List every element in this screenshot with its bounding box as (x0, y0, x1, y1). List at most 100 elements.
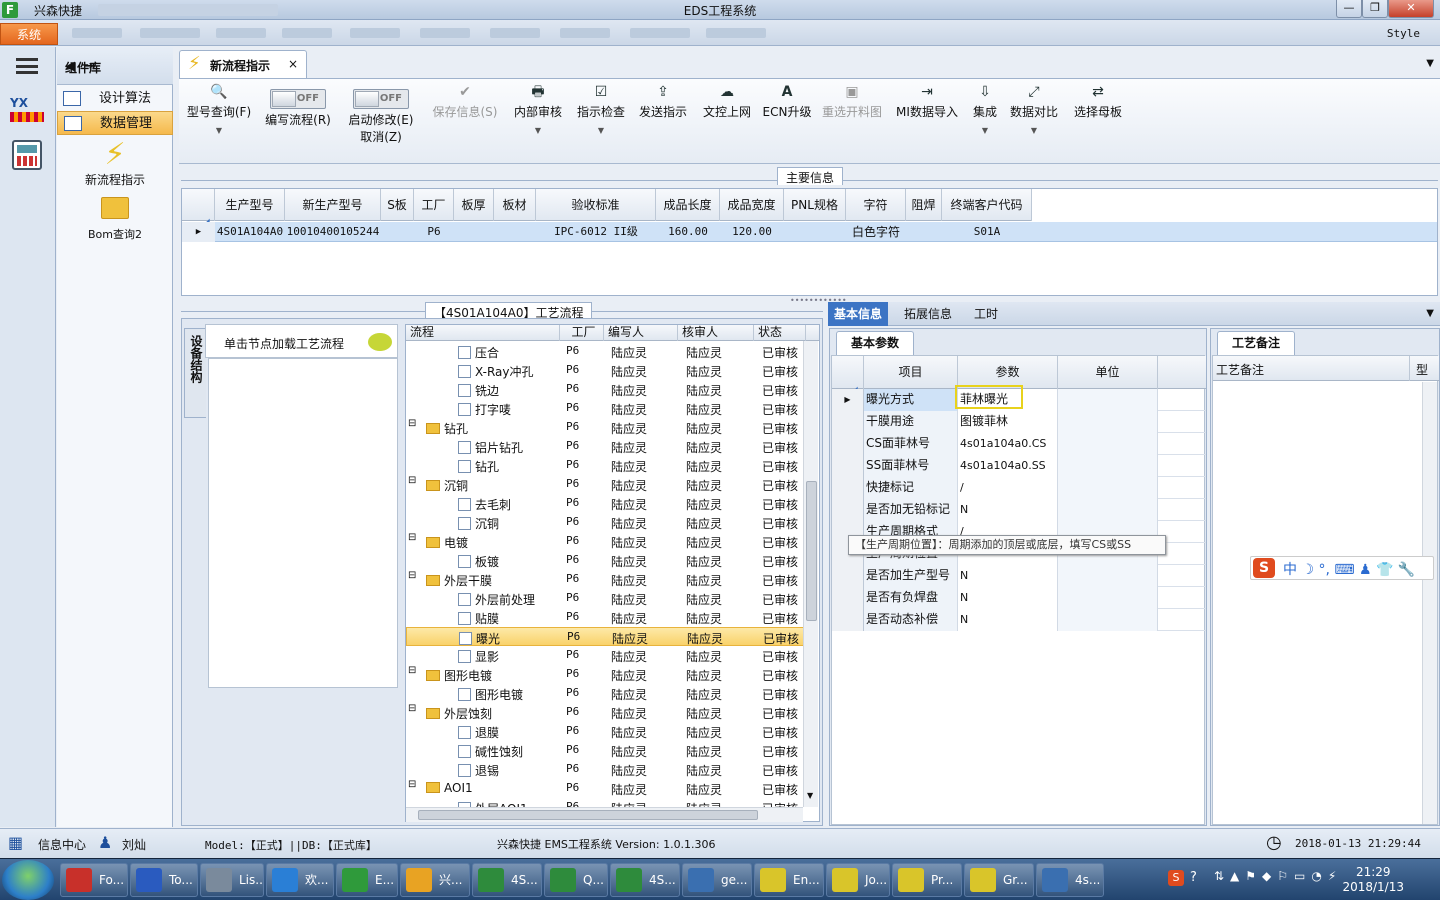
tree-row[interactable]: ⊟ 钻孔 P6 陆应灵 陆应灵 已审核 (406, 418, 806, 437)
column-header[interactable]: 工艺备注 (1216, 361, 1264, 378)
cell[interactable]: 4S01A104A0 (215, 222, 285, 242)
send-instruction-button[interactable]: ⇪ 发送指示 (635, 79, 691, 165)
blurred-menu[interactable] (630, 28, 690, 38)
param-row[interactable]: CS面菲林号 4s01a104a0.CS (832, 433, 1206, 455)
blurred-menu[interactable] (140, 28, 200, 38)
table-row[interactable]: ▶ 4S01A104A0 10010400105244 P6 IPC-6012 … (182, 222, 1437, 242)
start-button[interactable] (2, 860, 54, 900)
mi-data-import-button[interactable]: ⇥ MI数据导入 (891, 79, 963, 165)
taskbar-item[interactable]: 4S... (472, 863, 542, 897)
tab-dropdown-icon[interactable]: ▼ (1426, 308, 1434, 319)
tree-row[interactable]: ⊟ AOI1 P6 陆应灵 陆应灵 已审核 (406, 779, 806, 798)
expand-toggle-icon[interactable]: ⊟ (408, 570, 416, 581)
scrollbar-thumb[interactable] (806, 481, 817, 621)
taskbar-item[interactable]: Gr... (964, 863, 1034, 897)
tab-work-hours[interactable]: 工时 (968, 302, 1004, 326)
param-value-input[interactable]: 图镀菲林 (958, 411, 1058, 433)
toggle-switch[interactable]: OFF (353, 89, 409, 109)
dropdown-arrow-icon[interactable]: ▼ (183, 126, 255, 135)
param-value-input[interactable]: / (958, 477, 1058, 499)
expand-toggle-icon[interactable]: ⊟ (408, 779, 416, 790)
column-header[interactable]: 单位 (1058, 356, 1158, 389)
taskbar-item[interactable]: 兴... (400, 863, 470, 897)
tree-row[interactable]: 沉铜 P6 陆应灵 陆应灵 已审核 (406, 513, 806, 532)
integrate-button[interactable]: ⇩ 集成 ▼ (967, 79, 1003, 165)
tree-row[interactable]: ⊟ 图形电镀 P6 陆应灵 陆应灵 已审核 (406, 665, 806, 684)
taskbar-item[interactable]: 欢... (266, 863, 334, 897)
tab-close-icon[interactable]: × (288, 57, 298, 71)
param-row[interactable]: SS面菲林号 4s01a104a0.SS (832, 455, 1206, 477)
collapse-arrows-icon[interactable]: ◀ ⇥ (65, 59, 169, 74)
cell[interactable]: 白色字符 (846, 222, 906, 242)
minimize-button[interactable]: — (1336, 0, 1362, 18)
column-header[interactable]: 板材 (494, 189, 536, 221)
column-header[interactable]: S板 (381, 189, 414, 221)
tree-row[interactable]: 外层前处理 P6 陆应灵 陆应灵 已审核 (406, 589, 806, 608)
cell[interactable] (454, 222, 494, 242)
column-header[interactable]: 流程 (406, 325, 560, 341)
param-row[interactable]: 是否加无铅标记 N (832, 499, 1206, 521)
taskbar-item[interactable]: Lis... (200, 863, 264, 897)
cell[interactable] (494, 222, 536, 242)
cell[interactable]: 160.00 (656, 222, 720, 242)
cell[interactable] (784, 222, 846, 242)
splitter-handle[interactable]: •••••••••••• (790, 296, 847, 305)
calculator-module-icon[interactable] (12, 140, 42, 170)
yx-module-icon[interactable]: YX (10, 96, 44, 128)
column-header[interactable]: 板厚 (454, 189, 494, 221)
param-value-input[interactable]: 4s01a104a0.SS (958, 455, 1058, 477)
taskbar-item[interactable]: Pr... (892, 863, 962, 897)
tree-row[interactable]: 贴膜 P6 陆应灵 陆应灵 已审核 (406, 608, 806, 627)
write-flow-toggle[interactable]: OFF 编写流程(R) (259, 79, 337, 165)
tab-equipment-structure[interactable]: 设备结构 (184, 328, 206, 418)
cell[interactable]: S01A (942, 222, 1032, 242)
ecn-upgrade-button[interactable]: A ECN升级 (761, 79, 813, 165)
tab-basic-info[interactable]: 基本信息 (828, 302, 889, 326)
blurred-menu[interactable] (216, 28, 266, 38)
blurred-menu[interactable] (560, 28, 610, 38)
tree-row[interactable]: 去毛刺 P6 陆应灵 陆应灵 已审核 (406, 494, 806, 513)
taskbar-item[interactable]: ge... (682, 863, 752, 897)
column-header[interactable]: 验收标准 (536, 189, 656, 221)
blurred-menu[interactable] (282, 28, 332, 38)
param-unit[interactable] (1058, 477, 1158, 499)
tree-row[interactable]: 曝光 P6 陆应灵 陆应灵 已审核 (406, 627, 806, 646)
blurred-menu[interactable] (490, 28, 540, 38)
column-header[interactable]: PNL规格 (784, 189, 846, 221)
cell[interactable]: IPC-6012 II级 (536, 222, 656, 242)
expand-toggle-icon[interactable]: ⊟ (408, 532, 416, 543)
param-unit[interactable] (1058, 565, 1158, 587)
taskbar-item[interactable]: Q... (544, 863, 608, 897)
column-header[interactable]: 工厂 (560, 325, 604, 341)
hamburger-menu-icon[interactable] (16, 58, 38, 74)
expand-toggle-icon[interactable]: ⊟ (408, 703, 416, 714)
tree-row[interactable]: ⊟ 电镀 P6 陆应灵 陆应灵 已审核 (406, 532, 806, 551)
tree-row[interactable]: ⊟ 沉铜 P6 陆应灵 陆应灵 已审核 (406, 475, 806, 494)
taskbar-item[interactable]: Fo... (60, 863, 128, 897)
param-unit[interactable] (1058, 455, 1158, 477)
tree-row[interactable]: ⊟ 外层干膜 P6 陆应灵 陆应灵 已审核 (406, 570, 806, 589)
blurred-menu[interactable] (420, 28, 470, 38)
tree-row[interactable]: 退锡 P6 陆应灵 陆应灵 已审核 (406, 760, 806, 779)
tree-row[interactable]: X-Ray冲孔 P6 陆应灵 陆应灵 已审核 (406, 361, 806, 380)
column-header[interactable]: 工厂 (414, 189, 454, 221)
info-center-link[interactable]: 信息中心 (38, 836, 86, 853)
dropdown-arrow-icon[interactable]: ▼ (509, 126, 567, 135)
taskbar-item[interactable]: En... (754, 863, 824, 897)
nav-item-design-algorithm[interactable]: 设计算法 (57, 87, 173, 111)
param-unit[interactable] (1058, 411, 1158, 433)
nav-item-data-management[interactable]: 数据管理 (57, 111, 173, 135)
param-unit[interactable] (1058, 609, 1158, 631)
dropdown-arrow-icon[interactable]: ▼ (1007, 126, 1061, 135)
taskbar-item[interactable]: 4S... (610, 863, 680, 897)
param-value-input[interactable]: N (958, 587, 1058, 609)
cell[interactable] (381, 222, 414, 242)
close-button[interactable]: ✕ (1388, 0, 1434, 18)
new-flow-instruction-item[interactable]: ⚡ 新流程指示 (57, 139, 173, 188)
column-header[interactable]: 新生产型号 (285, 189, 381, 221)
blurred-menu[interactable] (350, 28, 400, 38)
column-header[interactable]: 型 (1409, 356, 1428, 381)
dropdown-arrow-icon[interactable]: ▼ (573, 126, 629, 135)
bom-query-item[interactable]: Bom查询2 (57, 197, 173, 242)
expand-toggle-icon[interactable]: ⊟ (408, 475, 416, 486)
